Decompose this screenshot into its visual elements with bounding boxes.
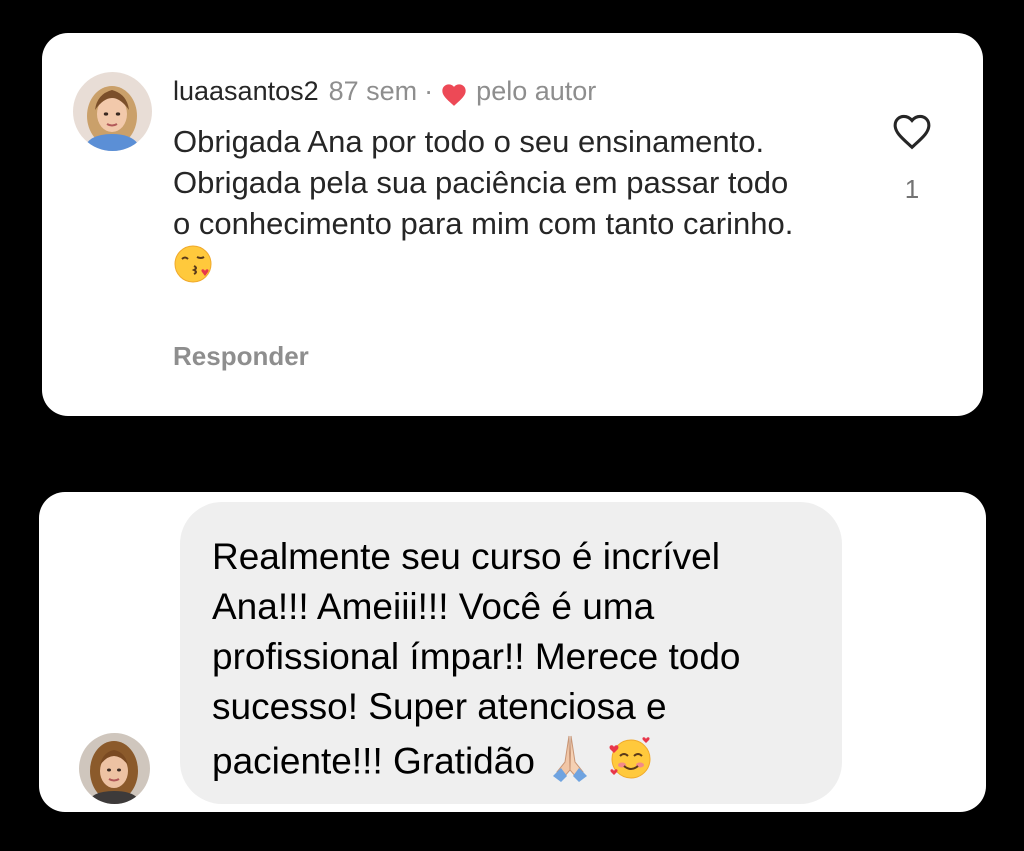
comment-header: luaasantos2 87 sem · pelo autor — [173, 73, 596, 109]
message-body: Realmente seu curso é incrível Ana!!! Am… — [212, 532, 822, 795]
smiling-face-with-hearts-emoji — [605, 732, 655, 795]
reply-button[interactable]: Responder — [173, 341, 309, 372]
comment-body: Obrigada Ana por todo o seu ensinamento.… — [173, 121, 813, 294]
folded-hands-emoji — [545, 732, 595, 795]
like-count: 1 — [904, 174, 920, 204]
liked-by-author-label: pelo autor — [476, 76, 597, 106]
heart-filled-icon — [440, 80, 468, 106]
avatar[interactable] — [73, 72, 152, 151]
comment-username[interactable]: luaasantos2 — [173, 73, 319, 109]
message-bubble[interactable]: Realmente seu curso é incrível Ana!!! Am… — [180, 502, 842, 804]
face-blowing-kiss-emoji — [173, 244, 213, 294]
heart-outline-icon[interactable] — [889, 108, 935, 154]
comment-text: Obrigada Ana por todo o seu ensinamento.… — [173, 124, 794, 241]
avatar[interactable] — [79, 733, 150, 804]
separator-dot: · — [424, 76, 434, 106]
comment-time: 87 sem — [328, 76, 418, 106]
message-text: Realmente seu curso é incrível Ana!!! Am… — [212, 536, 741, 782]
comment-card: luaasantos2 87 sem · pelo autor Obrigada… — [42, 33, 983, 416]
message-card: Realmente seu curso é incrível Ana!!! Am… — [39, 492, 986, 812]
